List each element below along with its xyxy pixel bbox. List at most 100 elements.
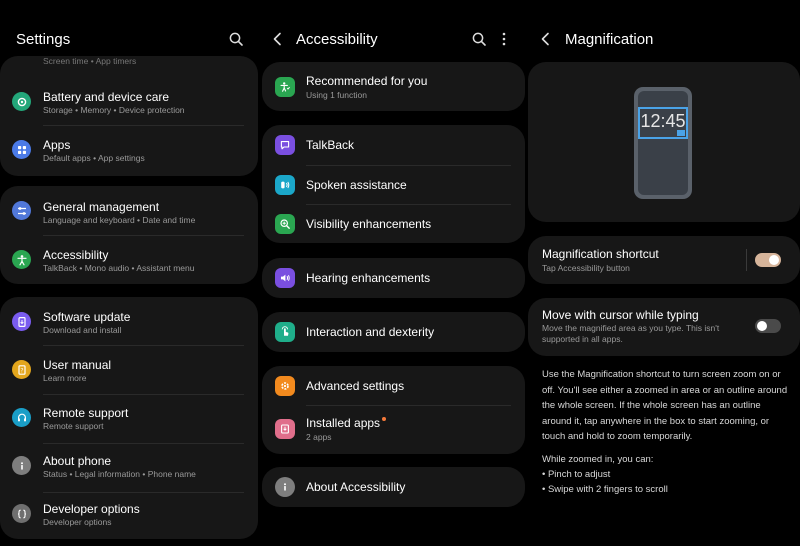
settings-card-device: Screen time • App timers Battery and dev… (0, 56, 258, 176)
search-icon[interactable] (471, 31, 487, 47)
item-label: Remote support (43, 406, 129, 420)
accessibility-card-recommended: Recommended for you Using 1 function (262, 62, 525, 111)
page-title: Settings (16, 31, 71, 48)
item-subtitle: Status • Legal information • Phone name (43, 469, 196, 479)
accessibility-item-spoken-assistance[interactable]: Spoken assistance (262, 166, 525, 204)
item-subtitle: Remote support (43, 421, 104, 431)
magnifier-frame: 12:45 (638, 107, 688, 139)
item-label: Interaction and dexterity (306, 325, 435, 339)
advanced-settings-icon (275, 376, 295, 396)
magnification-panel: Magnification 12:45 Magnification shortc… (528, 0, 800, 546)
code-braces-icon (12, 504, 31, 523)
manual-icon: ? (12, 360, 31, 379)
new-badge-dot (382, 417, 387, 421)
magnification-header: Magnification (528, 0, 800, 62)
item-subtitle: TalkBack • Mono audio • Assistant menu (43, 263, 195, 273)
settings-item-software-update[interactable]: Software update Download and install (0, 297, 258, 345)
settings-panel: Settings Screen time • App timers Batter… (0, 0, 262, 546)
settings-item-remote-support[interactable]: Remote support Remote support (0, 395, 258, 443)
accessibility-item-advanced-settings[interactable]: Advanced settings (262, 366, 525, 405)
hearing-icon (275, 268, 295, 288)
zoom-intro-text: While zoomed in, you can: (542, 454, 654, 465)
accessibility-item-visibility[interactable]: Visibility enhancements (262, 205, 525, 243)
item-label: Hearing enhancements (306, 271, 431, 285)
spoken-icon (275, 175, 295, 195)
item-subtitle: Language and keyboard • Date and time (43, 215, 196, 225)
item-subtitle: Learn more (43, 373, 87, 383)
back-arrow-icon[interactable] (538, 31, 554, 47)
accessibility-panel: Accessibility Recommended for you Using … (262, 0, 528, 546)
magnification-preview-card: 12:45 (528, 62, 800, 222)
settings-item-developer-options[interactable]: Developer options Developer options (0, 493, 258, 539)
settings-item-accessibility[interactable]: Accessibility TalkBack • Mono audio • As… (0, 236, 258, 284)
item-label: Battery and device care (43, 90, 170, 104)
accessibility-item-hearing[interactable]: Hearing enhancements (262, 258, 525, 298)
item-label: About Accessibility (306, 480, 406, 494)
shortcut-label: Magnification shortcut (542, 247, 659, 261)
interaction-icon (275, 322, 295, 342)
item-label: Accessibility (43, 248, 109, 262)
phone-screen: 12:45 (638, 91, 688, 195)
apps-grid-icon (12, 140, 31, 159)
zoom-tip-pinch: • Pinch to adjust (542, 469, 611, 480)
accessibility-card-about: About Accessibility (262, 467, 525, 507)
settings-item-general-management[interactable]: General management Language and keyboard… (0, 186, 258, 235)
item-label: About phone (43, 454, 112, 468)
magnification-description: Use the Magnification shortcut to turn s… (542, 369, 788, 442)
settings-card-management: General management Language and keyboard… (0, 186, 258, 284)
cursor-typing-toggle[interactable] (755, 319, 781, 333)
item-label: Spoken assistance (306, 178, 407, 192)
item-label: Software update (43, 310, 131, 324)
item-label: Recommended for you (306, 74, 428, 88)
accessibility-item-interaction[interactable]: Interaction and dexterity (262, 312, 525, 352)
magnification-shortcut-card: Magnification shortcut Tap Accessibility… (528, 236, 800, 284)
accessibility-card-vision: TalkBack Spoken assistance Visibility en… (262, 125, 525, 243)
accessibility-card-advanced: Advanced settings Installed apps 2 apps (262, 366, 525, 454)
battery-care-icon (12, 92, 31, 111)
item-subtitle: Storage • Memory • Device protection (43, 105, 185, 115)
item-label: TalkBack (306, 138, 355, 152)
item-subtitle: Using 1 function (306, 90, 367, 100)
item-label: General management (43, 200, 160, 214)
settings-item-about-phone[interactable]: About phone Status • Legal information •… (0, 444, 258, 492)
page-title: Magnification (565, 31, 654, 48)
settings-item-user-manual[interactable]: ? User manual Learn more (0, 346, 258, 394)
accessibility-item-about[interactable]: About Accessibility (262, 467, 525, 507)
visibility-icon (275, 214, 295, 234)
accessibility-person-icon (12, 250, 31, 269)
item-label: Installed apps (306, 416, 387, 430)
item-label: User manual (43, 358, 112, 372)
item-label: Developer options (43, 502, 140, 516)
sliders-icon (12, 201, 31, 220)
settings-item-apps[interactable]: Apps Default apps • App settings (0, 126, 258, 174)
magnification-shortcut-toggle[interactable] (755, 253, 781, 267)
settings-item-battery[interactable]: Battery and device care Storage • Memory… (0, 77, 258, 125)
item-label: Visibility enhancements (306, 217, 432, 231)
talkback-icon (275, 135, 295, 155)
accessibility-header: Accessibility (262, 0, 528, 62)
toggle-knob (769, 255, 779, 265)
svg-text:?: ? (20, 367, 23, 374)
accessibility-item-talkback[interactable]: TalkBack (262, 125, 525, 165)
more-options-icon[interactable] (496, 31, 512, 47)
zoom-tip-swipe: • Swipe with 2 fingers to scroll (542, 484, 668, 495)
cursor-label: Move with cursor while typing (542, 308, 699, 322)
page-title: Accessibility (296, 31, 378, 48)
accessibility-card-hearing: Hearing enhancements (262, 258, 525, 298)
cursor-typing-row[interactable]: Move with cursor while typing Move the m… (528, 298, 800, 356)
magnification-shortcut-row[interactable]: Magnification shortcut Tap Accessibility… (528, 236, 800, 284)
cut-off-subtitle: Screen time • App timers (43, 56, 137, 66)
back-arrow-icon[interactable] (270, 31, 286, 47)
headset-icon (12, 408, 31, 427)
item-subtitle: Developer options (43, 517, 112, 527)
cursor-typing-card: Move with cursor while typing Move the m… (528, 298, 800, 356)
accessibility-card-interaction: Interaction and dexterity (262, 312, 525, 352)
installed-apps-icon (275, 419, 295, 439)
shortcut-subtitle: Tap Accessibility button (542, 263, 630, 273)
accessibility-item-installed-apps[interactable]: Installed apps 2 apps (262, 406, 525, 454)
vertical-divider (746, 249, 747, 271)
update-icon (12, 312, 31, 331)
search-icon[interactable] (228, 31, 244, 47)
cursor-subtitle: Move the magnified area as you type. Thi… (542, 323, 720, 344)
accessibility-item-recommended[interactable]: Recommended for you Using 1 function (262, 62, 525, 111)
